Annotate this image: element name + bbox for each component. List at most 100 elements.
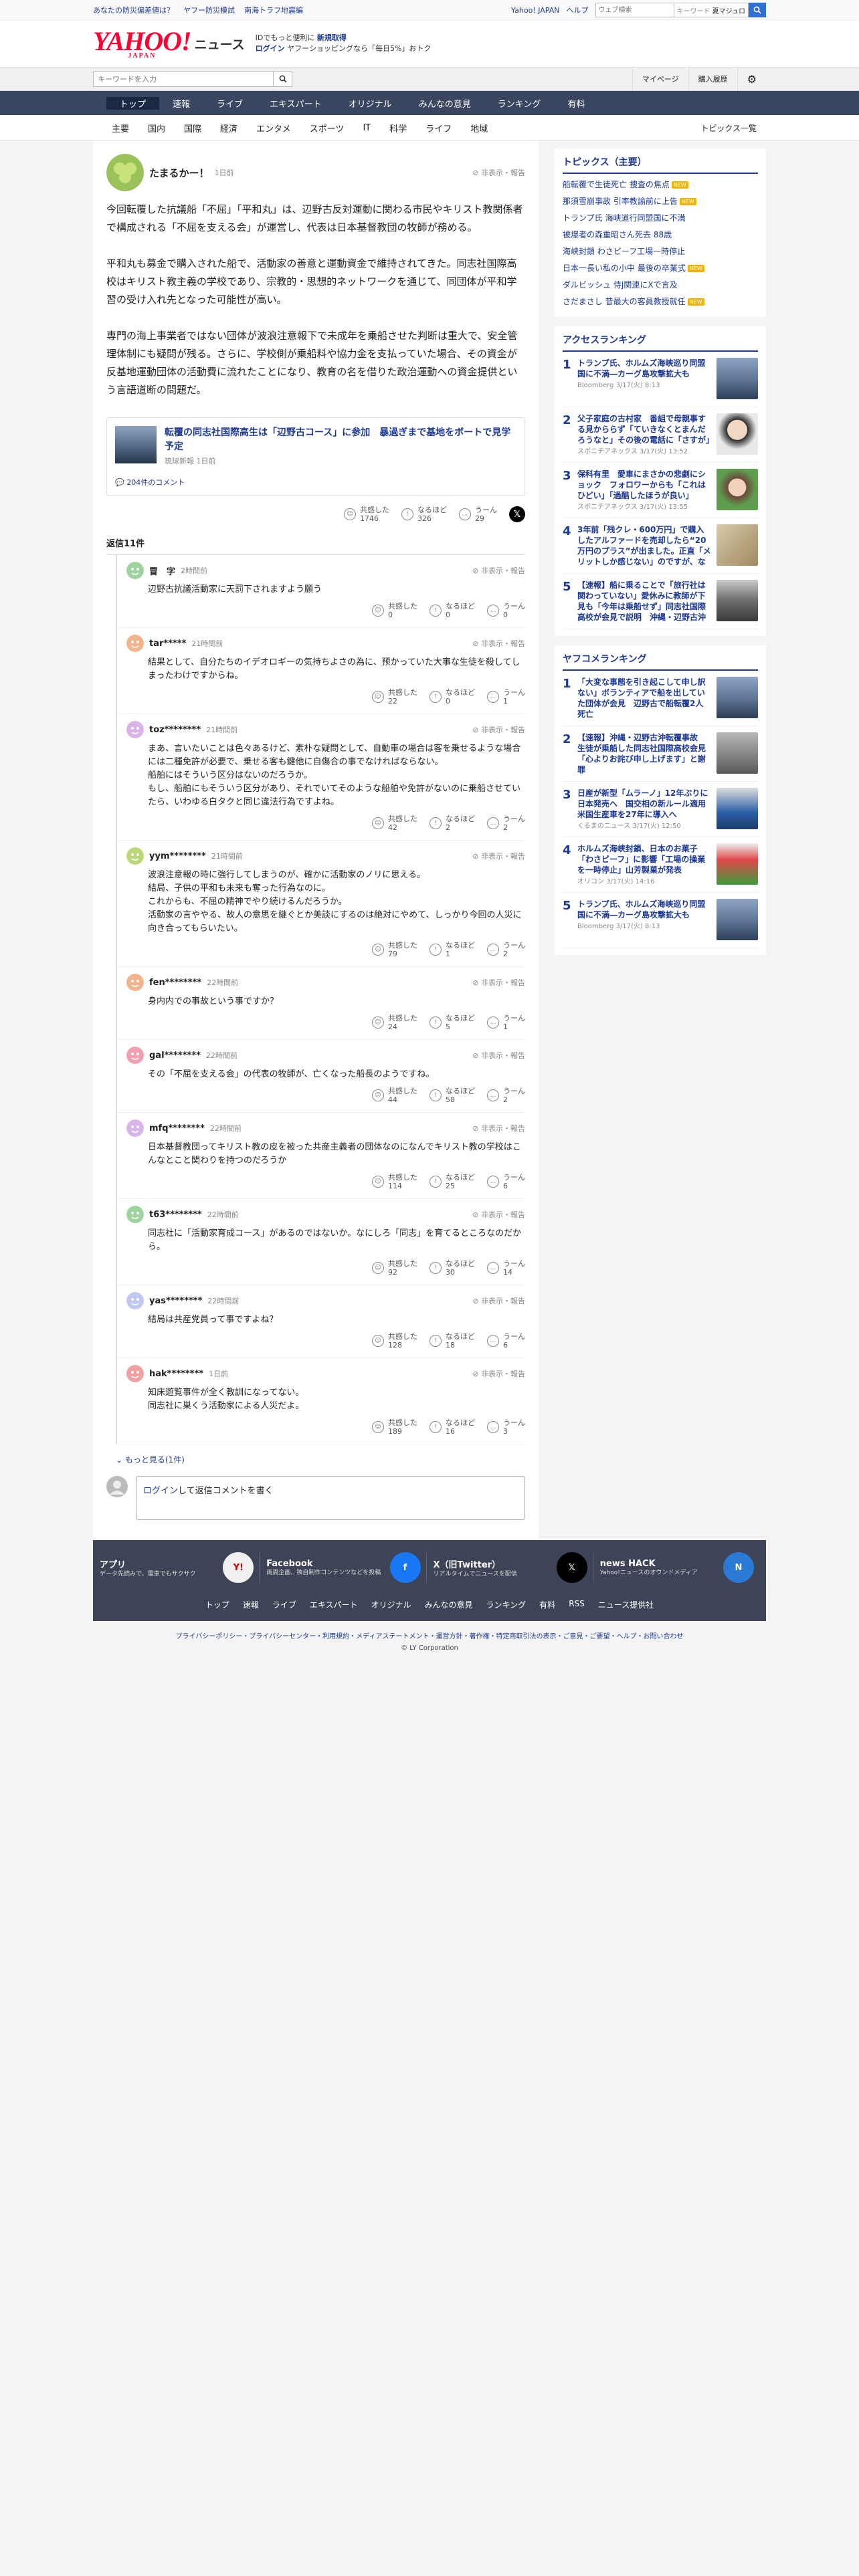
news-brand[interactable]: ニュース — [195, 35, 245, 53]
uun-button[interactable]: … うーん 3 — [487, 1418, 525, 1436]
kyokan-button[interactable]: ☺ 共感した 24 — [372, 1014, 417, 1031]
news-search-input[interactable] — [93, 71, 274, 87]
reply-user-name[interactable]: yym******** — [149, 851, 206, 861]
mypage-link[interactable]: マイページ — [632, 68, 688, 90]
main-nav-tab[interactable]: ランキング — [484, 97, 555, 110]
web-search-input[interactable] — [595, 3, 674, 17]
naruhodo-button[interactable]: ! なるほど 0 — [430, 602, 475, 619]
footer-nav-link[interactable]: ニュース提供社 — [598, 1599, 654, 1610]
naruhodo-button[interactable]: ! なるほど 25 — [430, 1173, 475, 1190]
footer-app-link[interactable]: Facebook 両周企画、独自制作コンテンツなどを投稿 f — [266, 1552, 427, 1583]
footer-nav-link[interactable]: ランキング — [486, 1599, 527, 1610]
footer-nav-link[interactable]: エキスパート — [310, 1599, 358, 1610]
yahoo-japan-link[interactable]: Yahoo! JAPAN — [511, 6, 560, 15]
ranking-item[interactable]: 4 ホルムズ海峡封鎖、日本のお菓子「わさビーフ」に影響「工場の操業を一時停止」山芳… — [563, 837, 758, 893]
avatar[interactable] — [126, 1292, 144, 1309]
uun-button[interactable]: … うーん 0 — [487, 602, 525, 619]
report-link[interactable]: ⊘ 非表示・報告 — [472, 977, 525, 988]
report-link[interactable]: ⊘ 非表示・報告 — [472, 1368, 525, 1379]
footer-nav-link[interactable]: 有料 — [539, 1599, 555, 1610]
avatar[interactable] — [126, 1206, 144, 1223]
reply-user-name[interactable]: 冒 字 — [149, 564, 175, 577]
report-link[interactable]: ⊘ 非表示・報告 — [472, 1050, 525, 1061]
uun-button[interactable]: … うーん 29 — [459, 506, 497, 523]
report-link[interactable]: ⊘ 非表示・報告 — [472, 1123, 525, 1134]
article-comment-count[interactable]: 204件のコメント — [126, 478, 185, 487]
naruhodo-button[interactable]: ! なるほど 0 — [430, 688, 475, 706]
main-nav-tab[interactable]: エキスパート — [256, 97, 335, 110]
topic-item[interactable]: ダルビッシュ 侍J関連にXで言及 — [563, 277, 758, 294]
naruhodo-button[interactable]: ! なるほど 2 — [430, 815, 475, 832]
footer-nav-link[interactable]: トップ — [205, 1599, 229, 1610]
naruhodo-button[interactable]: ! なるほど 1 — [430, 941, 475, 958]
purchase-history-link[interactable]: 購入履歴 — [688, 68, 737, 90]
uun-button[interactable]: … うーん 2 — [487, 941, 525, 958]
report-link[interactable]: ⊘ 非表示・報告 — [472, 167, 525, 178]
category-tab[interactable]: 国際 — [175, 122, 211, 134]
news-search-button[interactable] — [274, 71, 292, 87]
report-link[interactable]: ⊘ 非表示・報告 — [472, 1295, 525, 1306]
uun-button[interactable]: … うーん 1 — [487, 688, 525, 706]
report-link[interactable]: ⊘ 非表示・報告 — [472, 1209, 525, 1220]
category-tab[interactable]: エンタメ — [247, 122, 300, 134]
reply-user-name[interactable]: t63******** — [149, 1210, 202, 1220]
kyokan-button[interactable]: ☺ 共感した 79 — [372, 941, 417, 958]
signup-link[interactable]: 新規取得 — [317, 33, 347, 42]
category-tab[interactable]: IT — [353, 123, 380, 133]
web-search-button[interactable] — [749, 3, 766, 17]
naruhodo-button[interactable]: ! なるほど 326 — [401, 506, 447, 523]
ranking-item[interactable]: 2 父子家庭の古村家 番組で母親事する見かららず「ていきなくとまんだろうなと」その… — [563, 407, 758, 463]
topics-all-link[interactable]: トピックス一覧 — [700, 122, 757, 134]
uun-button[interactable]: … うーん 2 — [487, 1087, 525, 1104]
ranking-item[interactable]: 4 3年前「残クレ・600万円」で購入したアルファードを売却したら“20万円のプラ… — [563, 518, 758, 574]
topic-item[interactable]: 那須雪崩事故 引率教諭前に上告 NEW — [563, 193, 758, 210]
category-tab[interactable]: 経済 — [211, 122, 247, 134]
help-link[interactable]: ヘルプ — [567, 5, 589, 15]
uun-button[interactable]: … うーん 1 — [487, 1014, 525, 1031]
main-nav-tab[interactable]: みんなの意見 — [405, 97, 484, 110]
kyokan-button[interactable]: ☺ 共感した 0 — [372, 602, 417, 619]
main-nav-tab[interactable]: 速報 — [159, 97, 203, 110]
ranking-item[interactable]: 3 日産が新型「ムラーノ」12年ぶりに日本発売へ 国交相の新ルール適用 米国生産車… — [563, 782, 758, 837]
top-link-bosai-moshi[interactable]: ヤフー防災模試 — [183, 5, 235, 15]
topic-item[interactable]: 船転覆で生徒死亡 捜査の焦点 NEW — [563, 177, 758, 193]
avatar[interactable] — [126, 1365, 144, 1382]
uun-button[interactable]: … うーん 6 — [487, 1173, 525, 1190]
shopping-promo[interactable]: ヤフーショッピングなら「毎日5%」おトク — [287, 44, 431, 53]
kyokan-button[interactable]: ☺ 共感した 189 — [372, 1418, 417, 1436]
naruhodo-button[interactable]: ! なるほど 18 — [430, 1332, 475, 1350]
x-share-icon[interactable]: 𝕏 — [509, 506, 525, 522]
topic-item[interactable]: トランプ氏 海峡道行同盟国に不満 — [563, 210, 758, 227]
main-nav-tab[interactable]: オリジナル — [335, 97, 405, 110]
reply-user-name[interactable]: gal******** — [149, 1051, 201, 1061]
top-link-nankai[interactable]: 南海トラフ地震編 — [244, 5, 303, 15]
avatar[interactable] — [126, 1119, 144, 1137]
article-title[interactable]: 転覆の同志社国際高生は「辺野古コース」に参加 暴過ぎまで基地をボートで見学予定 — [165, 426, 516, 454]
ranking-item[interactable]: 3 保科有里 愛車にまさかの悲劇にショック フォロワーからも「これはひどい」「過酷… — [563, 463, 758, 518]
footer-nav-link[interactable]: RSS — [569, 1599, 585, 1610]
avatar[interactable] — [126, 847, 144, 865]
naruhodo-button[interactable]: ! なるほど 5 — [430, 1014, 475, 1031]
kyokan-button[interactable]: ☺ 共感した 22 — [372, 688, 417, 706]
ranking-item[interactable]: 5 トランプ氏、ホルムズ海峡巡り同盟国に不満―カーグ島攻撃拡大も Bloomberg… — [563, 893, 758, 948]
reply-login-link[interactable]: ログイン — [143, 1486, 178, 1496]
category-tab[interactable]: ライフ — [416, 122, 461, 134]
category-tab[interactable]: 地域 — [461, 122, 497, 134]
avatar[interactable] — [126, 1047, 144, 1064]
reply-user-name[interactable]: toz******** — [149, 725, 201, 735]
category-tab[interactable]: 主要 — [102, 122, 138, 134]
ranking-item[interactable]: 2 【速報】沖縄・辺野古沖転覆事故 生徒が乗船した同志社国際高校会見「心よりお詫び… — [563, 726, 758, 782]
footer-nav-link[interactable]: ライブ — [272, 1599, 296, 1610]
report-link[interactable]: ⊘ 非表示・報告 — [472, 724, 525, 735]
avatar[interactable] — [126, 721, 144, 738]
reply-user-name[interactable]: hak******** — [149, 1369, 203, 1379]
yahoo-logo[interactable]: YAHOO! JAPAN — [93, 27, 192, 60]
ranking-item[interactable]: 1 「大変な事態を引き起こして申し訳ない」ボランティアで船を出していた団体が会見 … — [563, 671, 758, 726]
uun-button[interactable]: … うーん 14 — [487, 1259, 525, 1277]
keyword-pill[interactable]: キーワード 夏マジュロ — [674, 3, 749, 17]
ranking-item[interactable]: 5 【速報】船に乗ることで「旅行社は関わっていない」愛休みに教師が下見も「今年は乗… — [563, 574, 758, 629]
top-link-bosai-hensachi[interactable]: あなたの防災偏差値は？ — [93, 5, 174, 15]
category-tab[interactable]: 国内 — [138, 122, 175, 134]
login-link[interactable]: ログイン — [256, 44, 285, 53]
topic-item[interactable]: 海峡封鎖 わさビーフ工場一時停止 — [563, 243, 758, 260]
